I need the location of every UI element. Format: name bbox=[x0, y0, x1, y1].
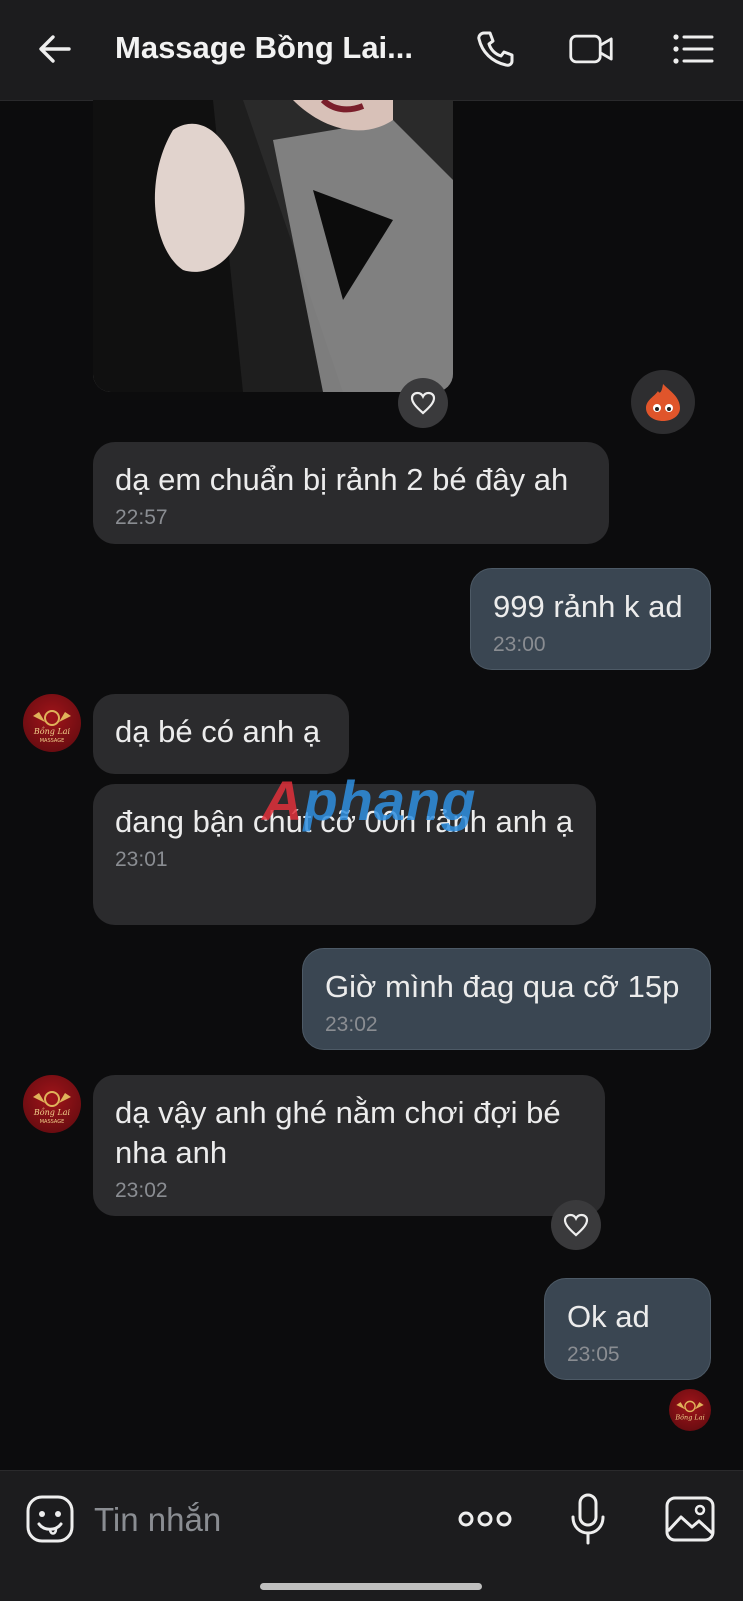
message-text: dạ bé có anh ạ bbox=[115, 714, 321, 749]
message-time: 22:57 bbox=[115, 506, 168, 529]
phone-icon[interactable] bbox=[472, 26, 518, 72]
message-input-bar: Tin nhắn bbox=[0, 1470, 743, 1601]
message-text: dạ em chuẩn bị rảnh 2 bé đây ah bbox=[115, 462, 569, 497]
outgoing-message[interactable]: Giờ mình đag qua cỡ 15p 23:02 bbox=[302, 948, 711, 1050]
svg-text:Bồng Lai: Bồng Lai bbox=[674, 1412, 704, 1421]
message-text: Ok ad bbox=[567, 1299, 650, 1334]
seen-avatar: Bồng Lai bbox=[669, 1389, 711, 1431]
reaction-emoji-icon[interactable] bbox=[631, 370, 695, 434]
message-text: Giờ mình đag qua cỡ 15p bbox=[325, 969, 680, 1004]
image-icon[interactable] bbox=[660, 1489, 720, 1549]
message-time: 23:01 bbox=[115, 848, 168, 871]
message-time: 23:05 bbox=[567, 1343, 620, 1366]
incoming-message[interactable]: dạ em chuẩn bị rảnh 2 bé đây ah 22:57 bbox=[93, 442, 609, 544]
message-time: 23:02 bbox=[115, 1179, 168, 1202]
microphone-icon[interactable] bbox=[558, 1489, 618, 1549]
chat-title[interactable]: Massage Bồng Lai... bbox=[115, 30, 425, 66]
svg-text:MASSAGE: MASSAGE bbox=[40, 738, 65, 744]
incoming-message[interactable]: dạ vậy anh ghé nằm chơi đợi bé nha anh 2… bbox=[93, 1075, 605, 1216]
sender-avatar[interactable]: Bồng Lai MASSAGE bbox=[23, 1075, 81, 1133]
incoming-message[interactable]: dạ bé có anh ạ bbox=[93, 694, 349, 774]
photo-message[interactable] bbox=[93, 100, 453, 392]
back-arrow-icon[interactable] bbox=[32, 26, 78, 72]
message-time: 23:00 bbox=[493, 633, 546, 656]
message-text: 999 rảnh k ad bbox=[493, 589, 683, 624]
message-text: dạ vậy anh ghé nằm chơi đợi bé nha anh bbox=[115, 1095, 561, 1170]
watermark-logo: Aphang bbox=[262, 769, 477, 832]
svg-text:Bồng Lai: Bồng Lai bbox=[33, 1108, 71, 1117]
menu-list-icon[interactable] bbox=[670, 26, 716, 72]
react-heart-button[interactable] bbox=[551, 1200, 601, 1250]
outgoing-message[interactable]: 999 rảnh k ad 23:00 bbox=[470, 568, 711, 670]
sticker-icon[interactable] bbox=[20, 1489, 80, 1549]
svg-text:MASSAGE: MASSAGE bbox=[40, 1119, 65, 1125]
message-time: 23:02 bbox=[325, 1013, 378, 1036]
chat-header: Massage Bồng Lai... bbox=[0, 0, 743, 101]
home-indicator[interactable] bbox=[260, 1583, 482, 1590]
video-icon[interactable] bbox=[568, 26, 614, 72]
sender-avatar[interactable]: Bồng Lai MASSAGE bbox=[23, 694, 81, 752]
svg-text:Bồng Lai: Bồng Lai bbox=[33, 727, 71, 736]
message-input[interactable]: Tin nhắn bbox=[94, 1501, 221, 1539]
outgoing-message[interactable]: Ok ad 23:05 bbox=[544, 1278, 711, 1380]
react-heart-button[interactable] bbox=[398, 378, 448, 428]
more-options-icon[interactable] bbox=[455, 1489, 515, 1549]
